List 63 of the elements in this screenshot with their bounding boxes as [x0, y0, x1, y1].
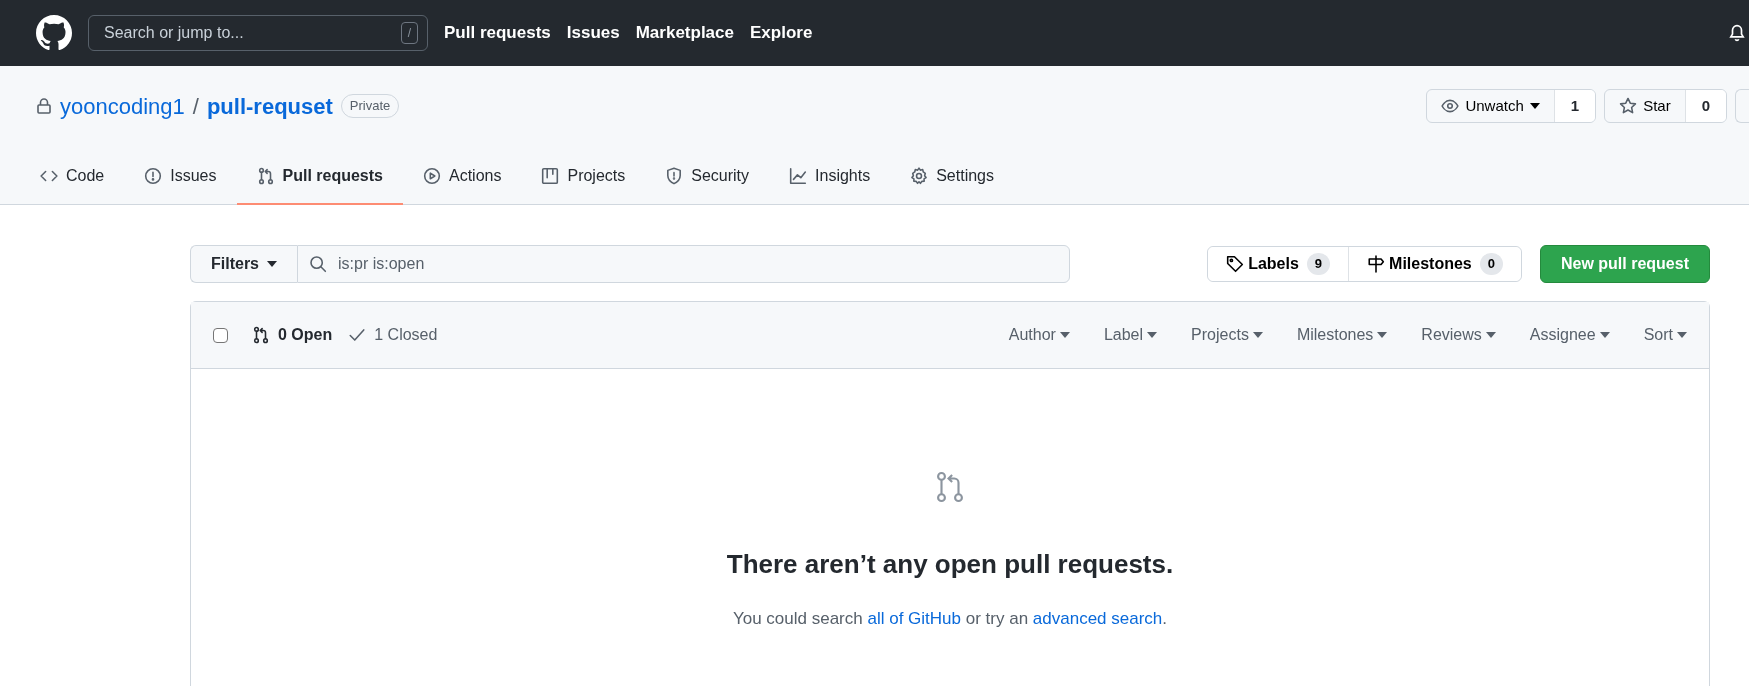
repo-tab[interactable]: Settings — [890, 149, 1014, 205]
caret-icon — [1147, 332, 1158, 338]
repo-tab[interactable]: Insights — [769, 149, 891, 205]
play-icon — [423, 167, 441, 185]
lock-icon — [36, 97, 52, 115]
repo-tab[interactable]: Actions — [403, 149, 522, 205]
shortcut-key: / — [400, 22, 418, 44]
state-filter[interactable]: 0 Open — [252, 323, 333, 347]
repo-tab[interactable]: Issues — [124, 149, 237, 205]
nav-link[interactable]: Pull requests — [444, 20, 551, 46]
empty-state-title: There aren’t any open pull requests. — [726, 548, 1174, 581]
check-icon — [348, 326, 367, 344]
caret-icon — [267, 261, 277, 267]
filter-dropdown[interactable]: Assignee — [1529, 323, 1610, 347]
path-separator: / — [192, 92, 199, 121]
caret-icon — [1377, 332, 1388, 338]
caret-icon — [1059, 332, 1070, 338]
caret-icon — [1529, 103, 1540, 109]
watch-button[interactable]: Unwatch — [1427, 90, 1554, 122]
caret-icon — [1599, 332, 1610, 338]
star-button[interactable]: Star — [1605, 90, 1685, 122]
filters-button[interactable]: Filters — [190, 245, 297, 283]
milestones-button[interactable]: Milestones 0 — [1348, 247, 1521, 281]
filter-dropdown[interactable]: Milestones — [1296, 323, 1388, 347]
search-icon — [309, 255, 327, 273]
octocat-logo[interactable] — [36, 15, 72, 51]
repo-name-link[interactable]: pull-requset — [206, 89, 333, 123]
nav-link[interactable]: Issues — [566, 20, 620, 46]
repo-tab[interactable]: Projects — [521, 149, 646, 205]
filter-dropdown[interactable]: Author — [1008, 323, 1070, 347]
filter-dropdown[interactable]: Projects — [1191, 323, 1263, 347]
pull-request-icon — [256, 167, 275, 185]
filter-dropdown[interactable]: Sort — [1643, 323, 1687, 347]
board-icon — [541, 167, 560, 185]
search-link[interactable]: advanced search — [1032, 609, 1163, 628]
caret-icon — [1252, 332, 1263, 338]
repo-tab[interactable]: Pull requests — [236, 149, 403, 205]
signpost-icon — [1367, 255, 1386, 273]
star-icon — [1619, 97, 1638, 115]
shield-icon — [665, 167, 684, 185]
filter-dropdown[interactable]: Reviews — [1421, 323, 1496, 347]
filter-dropdown[interactable]: Label — [1103, 323, 1158, 347]
empty-state-message: You could search all of GitHub or try an advanced search. — [732, 608, 1168, 630]
bell-icon[interactable] — [1728, 24, 1746, 42]
count: 1 — [1553, 90, 1596, 122]
nav-link[interactable]: Explore — [750, 20, 813, 46]
caret-icon — [1677, 332, 1687, 338]
tag-icon — [1226, 255, 1245, 273]
pull-request-icon — [252, 326, 270, 344]
repo-tab[interactable]: Code — [20, 149, 125, 205]
state-filter[interactable]: 1 Closed — [348, 323, 438, 347]
issue-icon — [144, 167, 163, 185]
caret-icon — [1485, 332, 1496, 338]
repo-tab[interactable]: Security — [645, 149, 770, 205]
search-field[interactable]: is:pr is:open — [297, 245, 1070, 283]
nav-link[interactable]: Marketplace — [635, 20, 734, 46]
graph-icon — [789, 167, 808, 185]
gear-icon — [910, 167, 929, 185]
count: 0 — [1684, 90, 1726, 122]
repo-owner-link[interactable]: yooncoding1 — [60, 89, 185, 123]
eye-icon — [1441, 97, 1460, 115]
select-all-checkbox[interactable] — [213, 327, 228, 343]
search-link[interactable]: all of GitHub — [867, 609, 961, 628]
